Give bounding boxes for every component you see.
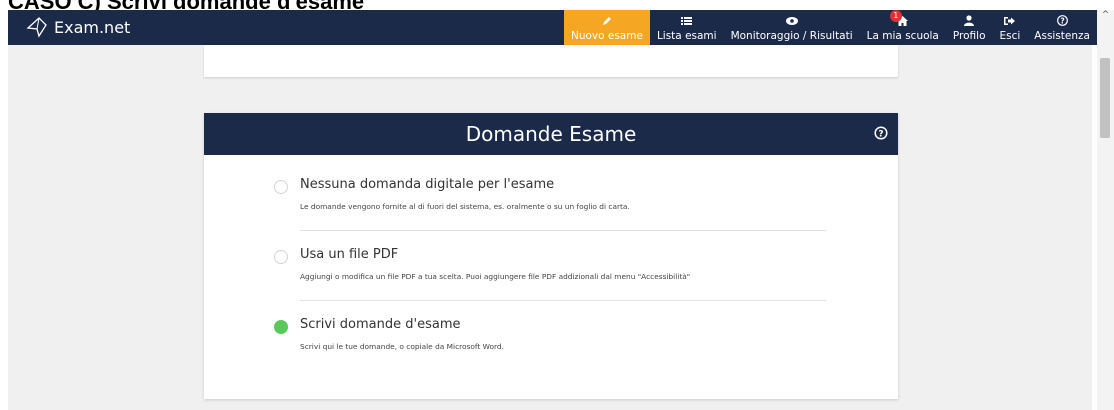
exam-net-logo[interactable]: Exam.net xyxy=(26,14,130,40)
eye-icon xyxy=(785,14,798,28)
scrollbar-thumb[interactable] xyxy=(1100,58,1110,138)
help-circle-icon[interactable]: ? xyxy=(874,126,888,140)
option-title: Nessuna domanda digitale per l'esame xyxy=(300,177,555,192)
nav-label: Nuovo esame xyxy=(570,29,643,42)
logo-paper-icon xyxy=(26,17,47,38)
vertical-scrollbar[interactable]: ^ xyxy=(1097,10,1114,410)
user-icon xyxy=(964,14,975,28)
card-header: Domande Esame ? xyxy=(204,113,898,155)
option-description: Le domande vengono fornite al di fuori d… xyxy=(300,202,630,211)
notification-badge: 1 xyxy=(889,10,902,22)
divider xyxy=(300,230,826,231)
main-nav: Nuovo esame Lista esami Monitoraggio / R… xyxy=(563,10,1097,45)
svg-text:?: ? xyxy=(878,129,883,139)
exam-questions-card: Domande Esame ? Nessuna domanda digitale… xyxy=(204,113,898,399)
nav-label: Assistenza xyxy=(1034,29,1090,42)
scroll-up-arrow-icon[interactable]: ^ xyxy=(1101,10,1110,22)
option-description: Scrivi qui le tue domande, o copiale da … xyxy=(300,342,504,351)
main-content: Domande Esame ? Nessuna domanda digitale… xyxy=(8,45,1092,410)
nav-item-lista-esami[interactable]: Lista esami xyxy=(650,10,724,45)
svg-text:?: ? xyxy=(1060,16,1064,25)
previous-section-card xyxy=(204,45,898,77)
radio-button[interactable] xyxy=(274,180,288,194)
nav-item-assistenza[interactable]: ? Assistenza xyxy=(1027,10,1097,45)
pencil-icon xyxy=(602,14,612,28)
section-title: Domande Esame xyxy=(465,122,637,146)
nav-label: Monitoraggio / Risultati xyxy=(730,29,853,42)
radio-button-selected[interactable] xyxy=(274,320,288,334)
nav-item-esci[interactable]: Esci xyxy=(993,10,1028,45)
option-description: Aggiungi o modifica un file PDF a tua sc… xyxy=(300,272,691,281)
option-title: Scrivi domande d'esame xyxy=(300,317,461,332)
sign-out-icon xyxy=(1004,14,1016,28)
help-circle-icon: ? xyxy=(1056,14,1068,28)
nav-label: Lista esami xyxy=(656,29,717,42)
nav-item-profilo[interactable]: Profilo xyxy=(946,10,993,45)
list-icon xyxy=(681,14,693,28)
nav-item-la-mia-scuola[interactable]: 1 La mia scuola xyxy=(860,10,946,45)
option-title: Usa un file PDF xyxy=(300,247,399,262)
nav-label: Esci xyxy=(999,29,1021,42)
radio-button[interactable] xyxy=(274,250,288,264)
logo-text: Exam.net xyxy=(54,17,131,37)
nav-label: La mia scuola xyxy=(866,29,939,42)
nav-label: Profilo xyxy=(952,29,986,42)
nav-item-nuovo-esame[interactable]: Nuovo esame xyxy=(563,10,650,45)
divider xyxy=(300,300,826,301)
top-navbar: Exam.net Nuovo esame Lista esami Monitor… xyxy=(8,10,1097,45)
nav-item-monitoraggio[interactable]: Monitoraggio / Risultati xyxy=(724,10,860,45)
